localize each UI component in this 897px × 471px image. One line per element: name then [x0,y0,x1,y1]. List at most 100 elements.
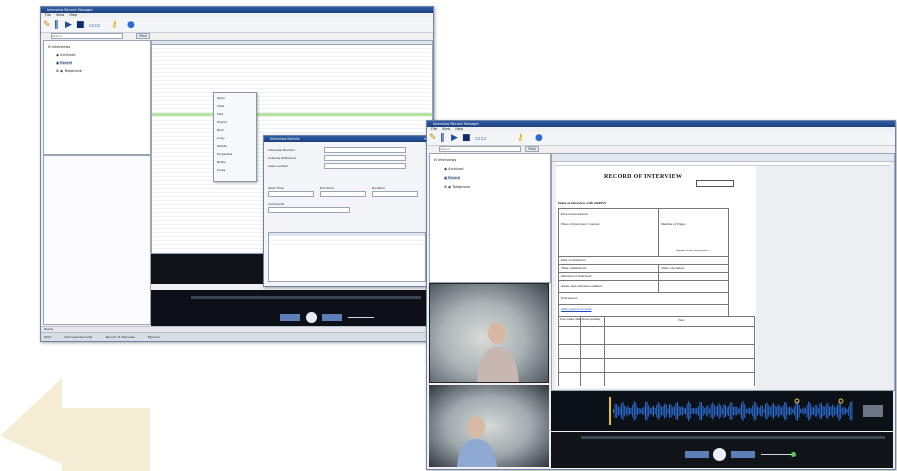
tree-item-archived[interactable]: ◉ Archived [56,53,76,57]
waveform-bar [805,408,806,414]
doc-menu-view[interactable]: View [442,127,450,131]
dialog-field-label: Interview Number [268,148,295,152]
context-menu-item[interactable]: Close [217,168,225,172]
doc-play-button-icon[interactable] [713,448,726,461]
waveform-bar [699,401,701,421]
doc-ref-box[interactable] [696,180,734,187]
context-menu-item[interactable]: Notes [217,160,226,164]
search-input[interactable] [51,33,123,39]
doc-skip-forward-icon[interactable] [731,451,755,458]
skip-back-icon[interactable] [280,314,300,321]
waveform-bar [742,401,744,421]
context-menu-item[interactable]: View [217,104,224,108]
pause-icon[interactable]: ‖ [440,133,445,143]
doc-search-button[interactable]: Find [525,146,539,152]
burn-icon[interactable]: ▭▭ [475,134,486,144]
tree-item-telephone[interactable]: ⊞ ◉ Telephone [56,69,82,73]
play-icon[interactable]: ▶ [65,20,72,30]
waveform-bar [673,406,675,416]
context-menu-item[interactable]: Export [217,120,227,124]
dialog-table [268,232,426,282]
search-button[interactable]: Find [136,33,150,39]
menu-help[interactable]: Help [69,13,77,17]
tree-item-interviews[interactable]: ⊟ Interviews [48,45,70,49]
dialog-field-input[interactable] [268,191,314,197]
doc-tree-item-archived[interactable]: ◉ Archived [444,167,464,171]
rec-icon[interactable]: ✎ [43,20,51,30]
help-icon[interactable]: ● [127,20,135,30]
context-menu-item[interactable]: Properties [217,152,232,156]
label-other-persons[interactable]: Other persons present [561,307,592,311]
waveform-bar [744,403,746,419]
pause-icon[interactable]: ‖ [54,20,59,30]
waveform-bar [632,404,634,418]
video-feed-bottom[interactable] [429,385,549,467]
taskbar-item-3[interactable]: Explorer [148,335,161,339]
waveform-bar [765,403,766,419]
waveform-bar [709,408,710,414]
context-menu-item[interactable]: Delete [217,144,227,148]
context-menu-item[interactable]: Burn [217,128,224,132]
waveform-bar [629,407,630,415]
waveform-bar [645,402,646,420]
context-menu-item[interactable]: Copy [217,136,225,140]
taskbar-item-2[interactable]: Record of Interview [106,335,135,339]
label-number-pages: Number of Pages [661,222,686,226]
dialog-field-input[interactable] [268,207,350,213]
menu-file[interactable]: File [45,13,51,17]
doc-volume-knob-icon[interactable] [791,452,796,457]
waveform-bar [837,404,838,418]
doc-tree-item-telephone[interactable]: ⊞ ◉ Telephone [444,185,470,189]
dialog-field-input[interactable] [324,155,406,161]
document-editor: RECORD OF INTERVIEW Index of interview w… [551,153,895,391]
burn-icon[interactable]: ▭▭ [89,21,100,31]
waveform-bar [685,407,686,415]
play-icon[interactable]: ▶ [451,133,458,143]
waveform-bar [701,401,702,421]
doc-tree-item-recent[interactable]: ◉ Recent [444,176,461,180]
waveform-bar [672,406,674,416]
waveform-bar [675,402,677,420]
waveform-bar [784,401,786,421]
progress-track[interactable] [191,296,421,299]
stop-icon[interactable]: ■ [76,20,85,30]
help-icon[interactable]: ● [535,133,543,143]
doc-title: RECORD OF INTERVIEW [604,174,683,180]
rec-icon[interactable]: ✎ [429,133,437,143]
waveform-bar [761,405,763,417]
waveform-bar [803,407,805,415]
waveform-bar [627,405,629,417]
tree-item-recent[interactable]: ◉ Recent [56,61,73,65]
skip-forward-icon[interactable] [322,314,342,321]
context-menu-item[interactable]: Play [217,112,223,116]
dialog-field-input[interactable] [372,191,418,197]
waveform-bar [790,407,792,415]
dialog-field-input[interactable] [324,147,406,153]
waveform-bar [833,406,835,416]
waveform-bar [648,405,650,417]
taskbar-item-1[interactable]: Interview Recorder [64,335,92,339]
context-menu-item[interactable]: Open [217,96,225,100]
waveform-bar [680,407,682,415]
dialog-table-row[interactable] [269,241,425,245]
doc-skip-back-icon[interactable] [685,451,709,458]
play-button-icon[interactable] [306,312,317,323]
dialog-field-input[interactable] [324,163,406,169]
key-icon[interactable]: ⚷ [111,20,118,30]
doc-menu-file[interactable]: File [431,127,437,131]
video-feed-top[interactable] [429,283,549,383]
dialog-field-input[interactable] [320,191,366,197]
stop-icon[interactable]: ■ [462,133,471,143]
doc-progress-track[interactable] [581,436,885,439]
key-icon[interactable]: ⚷ [517,133,524,143]
menu-view[interactable]: View [56,13,64,17]
start-button[interactable]: Start [44,335,51,339]
volume-icon[interactable] [348,317,374,318]
context-menu: Open View Play Export Burn Copy Delete Properti… [213,92,257,182]
waveform-bar [832,404,834,418]
doc-tree-item-interviews[interactable]: ⊟ Interviews [434,158,456,162]
doc-volume-icon[interactable] [761,454,791,455]
doc-search-input[interactable] [439,146,521,152]
doc-menu-help[interactable]: Help [455,127,463,131]
waveform-graphic[interactable] [551,391,893,431]
